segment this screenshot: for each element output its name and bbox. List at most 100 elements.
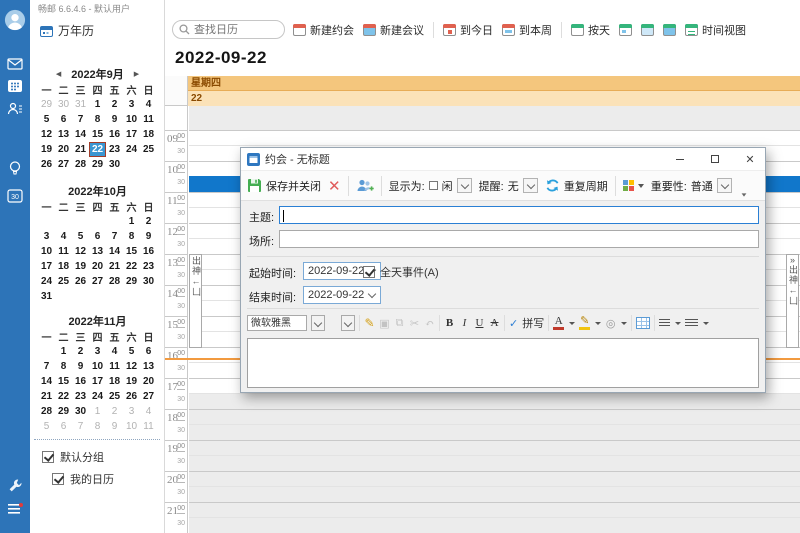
day-cell[interactable]: 27 — [55, 157, 72, 172]
day-cell[interactable]: 31 — [38, 289, 55, 304]
day-cell[interactable]: 4 — [140, 404, 157, 419]
font-dropdown-icon[interactable] — [311, 315, 325, 331]
view-day-button[interactable]: 按天 — [571, 22, 610, 38]
prev-month-icon[interactable]: ◀ — [56, 70, 61, 78]
day-cell[interactable]: 6 — [140, 344, 157, 359]
day-cell[interactable]: 26 — [38, 157, 55, 172]
day-cell[interactable] — [72, 214, 89, 229]
day-cell[interactable]: 4 — [55, 229, 72, 244]
day-cell[interactable]: 18 — [106, 374, 123, 389]
align-dropdown-icon[interactable] — [675, 322, 681, 325]
day-cell[interactable]: 13 — [89, 244, 106, 259]
font-size-dropdown-icon[interactable] — [341, 315, 355, 331]
dialog-titlebar[interactable]: 约会 - 无标题 ✕ — [241, 148, 765, 170]
show-as-dropdown-icon[interactable] — [457, 178, 472, 193]
delete-icon[interactable]: ✕ — [328, 177, 341, 195]
day-cell[interactable]: 30 — [72, 404, 89, 419]
all-day-checkbox[interactable]: 全天事件(A) — [363, 264, 439, 280]
day-cell[interactable] — [123, 157, 140, 172]
day-cell[interactable]: 3 — [38, 229, 55, 244]
day-cell[interactable]: 18 — [55, 259, 72, 274]
day-cell[interactable] — [38, 344, 55, 359]
show-as-control[interactable]: 显示为: 闲 — [389, 178, 472, 194]
stamp-dropdown-icon[interactable] — [621, 322, 627, 325]
day-cell[interactable]: 29 — [55, 404, 72, 419]
day-cell[interactable]: 7 — [72, 112, 89, 127]
mail-icon[interactable] — [0, 56, 30, 72]
day-cell[interactable]: 21 — [38, 389, 55, 404]
day-cell[interactable]: 4 — [140, 97, 157, 112]
day-cell[interactable]: 7 — [38, 359, 55, 374]
day-cell[interactable] — [106, 289, 123, 304]
close-icon[interactable]: ✕ — [735, 148, 765, 170]
day-cell[interactable]: 6 — [55, 419, 72, 434]
day-cell[interactable]: 23 — [72, 389, 89, 404]
cut-icon[interactable]: ✂ — [409, 317, 420, 330]
day-cell[interactable]: 16 — [106, 127, 123, 142]
day-cell[interactable]: 21 — [72, 142, 89, 157]
undo-icon[interactable]: ↶ — [424, 317, 435, 330]
highlight-dropdown-icon[interactable] — [595, 322, 601, 325]
day-cell[interactable]: 23 — [140, 259, 157, 274]
font-name-select[interactable]: 微软雅黑 — [247, 315, 307, 331]
day-cell[interactable]: 20 — [55, 142, 72, 157]
day-cell[interactable]: 15 — [123, 244, 140, 259]
day-cell[interactable]: 2 — [106, 404, 123, 419]
day-cell[interactable]: 30 — [55, 97, 72, 112]
list-icon[interactable] — [685, 319, 698, 328]
highlight-button[interactable]: ✎ — [579, 316, 590, 330]
importance-control[interactable]: 重要性: 普通 — [651, 178, 732, 194]
align-icon[interactable] — [659, 319, 670, 328]
maximize-icon[interactable] — [700, 148, 730, 170]
save-close-button[interactable]: 保存并关闭 — [247, 178, 321, 194]
day-cell[interactable]: 11 — [140, 112, 157, 127]
minimize-icon[interactable] — [665, 148, 695, 170]
reminder-dropdown-icon[interactable] — [523, 178, 538, 193]
day-cell[interactable]: 24 — [38, 274, 55, 289]
calendar-icon[interactable] — [0, 79, 30, 93]
view-workweek-button[interactable] — [619, 24, 632, 36]
day-cell[interactable]: 5 — [38, 419, 55, 434]
checkbox-checked-icon[interactable] — [42, 451, 54, 463]
user-avatar[interactable] — [0, 9, 30, 31]
day-cell[interactable]: 13 — [55, 127, 72, 142]
toolbar-button[interactable] — [433, 22, 434, 38]
day-cell[interactable]: 25 — [55, 274, 72, 289]
day-cell[interactable]: 23 — [106, 142, 123, 157]
italic-button[interactable]: I — [459, 317, 470, 329]
day-cell[interactable]: 1 — [55, 344, 72, 359]
day-cell[interactable]: 8 — [55, 359, 72, 374]
day-cell[interactable]: 25 — [106, 389, 123, 404]
day-cell[interactable]: 31 — [72, 97, 89, 112]
day-cell[interactable]: 15 — [89, 127, 106, 142]
subject-field[interactable] — [279, 206, 759, 224]
day-cell[interactable]: 5 — [38, 112, 55, 127]
calendar-date-icon[interactable]: 30 — [0, 188, 30, 203]
day-cell[interactable]: 10 — [38, 244, 55, 259]
day-cell[interactable]: 2 — [106, 97, 123, 112]
day-cell[interactable]: 29 — [38, 97, 55, 112]
day-cell[interactable]: 16 — [72, 374, 89, 389]
toolbar-button[interactable] — [561, 22, 562, 38]
day-cell[interactable]: 22 — [89, 142, 106, 157]
reminder-control[interactable]: 提醒: 无 — [479, 178, 538, 194]
day-cell[interactable]: 11 — [106, 359, 123, 374]
day-cell[interactable]: 27 — [140, 389, 157, 404]
day-cell[interactable]: 3 — [123, 404, 140, 419]
day-cell[interactable]: 22 — [123, 259, 140, 274]
insert-table-icon[interactable] — [636, 317, 650, 329]
copy-icon[interactable]: ⧉ — [394, 317, 405, 330]
calendar-group-toggle[interactable]: 默认分组 — [42, 446, 160, 468]
day-cell[interactable]: 18 — [140, 127, 157, 142]
go-week-button[interactable]: 到本周 — [502, 22, 552, 38]
day-cell[interactable]: 8 — [89, 112, 106, 127]
day-cell[interactable] — [72, 289, 89, 304]
stamp-button[interactable]: ◎ — [605, 317, 616, 330]
day-cell[interactable]: 9 — [106, 112, 123, 127]
toolbar-overflow-icon[interactable] — [741, 193, 746, 196]
day-cell[interactable] — [55, 289, 72, 304]
search-input[interactable] — [194, 24, 272, 36]
day-cell[interactable]: 15 — [55, 374, 72, 389]
checkbox-checked-icon[interactable] — [52, 473, 64, 485]
event-strip-right[interactable]: » 出神←凵 — [786, 254, 799, 348]
